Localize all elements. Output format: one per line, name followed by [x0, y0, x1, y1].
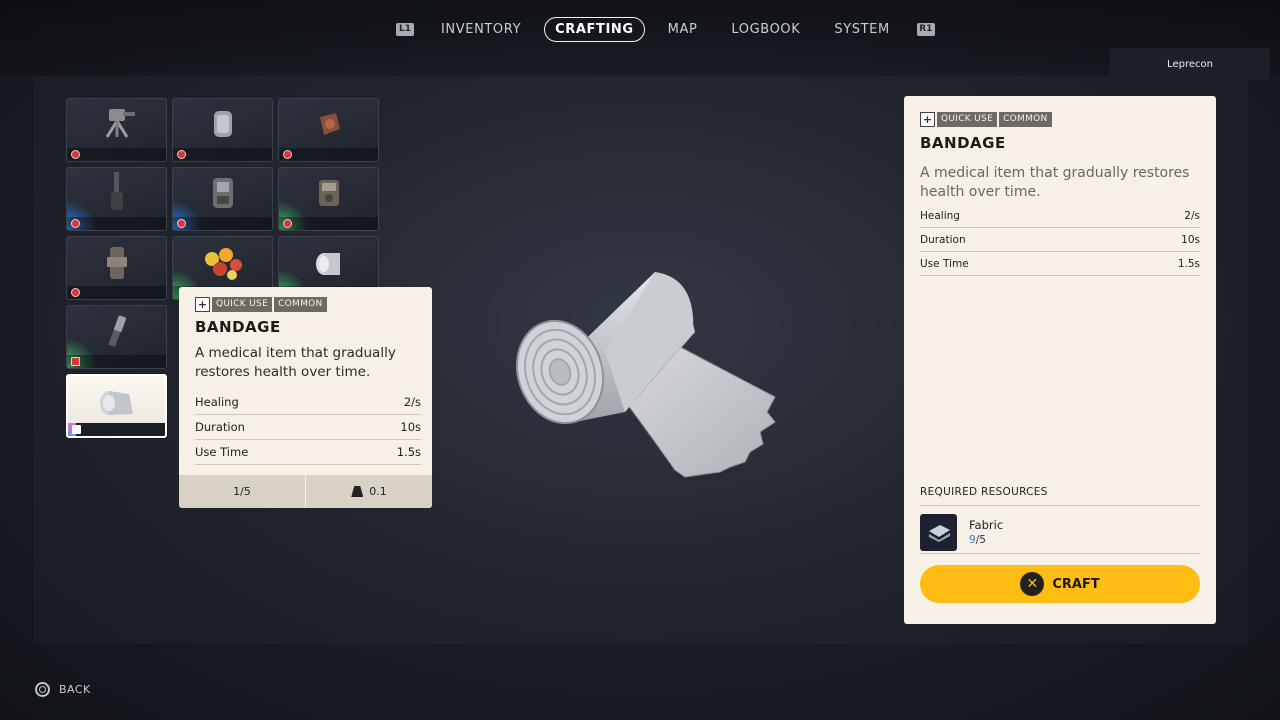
restock-badge — [283, 219, 292, 228]
weight-value: 0.1 — [369, 485, 387, 498]
quick-use-badge — [72, 425, 81, 434]
stat-value: 2/s — [1184, 209, 1200, 222]
item-tags: + QUICK USE COMMON — [195, 297, 327, 312]
mine-icon — [319, 113, 340, 135]
craft-label: CRAFT — [1052, 576, 1100, 592]
craft-slot-gadget[interactable] — [278, 167, 379, 231]
tag-rarity: COMMON — [999, 112, 1052, 127]
bandage-preview-image — [515, 272, 776, 478]
tab-logbook[interactable]: LOGBOOK — [720, 17, 811, 42]
weight-icon — [351, 486, 364, 497]
tab-crafting[interactable]: CRAFTING — [544, 16, 645, 42]
l1-button-hint: L1 — [396, 22, 414, 36]
stat-value: 2/s — [403, 395, 421, 409]
canister-icon — [213, 111, 232, 137]
tag-rarity: COMMON — [274, 297, 327, 312]
player-name: Leprecon — [1167, 58, 1213, 70]
tag-quick-use: QUICK USE — [212, 297, 273, 312]
craft-slot-injector[interactable] — [66, 305, 167, 369]
cross-button-icon: ✕ — [1020, 572, 1045, 596]
stat-row: Use Time 1.5s — [920, 252, 1200, 276]
craft-slot-grenade[interactable] — [66, 167, 167, 231]
craft-slot-bandage[interactable] — [66, 374, 167, 438]
back-label: BACK — [59, 683, 91, 696]
tab-system[interactable]: SYSTEM — [823, 17, 900, 42]
restock-badge — [283, 150, 292, 159]
fabric-icon — [920, 513, 957, 551]
craft-slot-device[interactable] — [66, 236, 167, 300]
back-button[interactable]: BACK — [35, 682, 91, 697]
tooltip-title: BANDAGE — [195, 318, 281, 336]
grenade-icon — [110, 172, 123, 210]
stat-row: Duration 10s — [195, 415, 421, 440]
restock-badge — [71, 150, 80, 159]
stat-value: 10s — [400, 420, 421, 434]
quick-use-icon: + — [920, 112, 935, 127]
tooltip-stats: Healing 2/s Duration 10s Use Time 1.5s — [195, 390, 421, 465]
stat-value: 1.5s — [1177, 257, 1200, 270]
resource-have: 9 — [969, 534, 976, 546]
tab-map[interactable]: MAP — [657, 17, 709, 42]
resource-name: Fabric — [969, 518, 1004, 532]
player-name-tag: Leprecon — [1110, 48, 1270, 80]
stat-row: Healing 2/s — [920, 204, 1200, 228]
item-tooltip: + QUICK USE COMMON BANDAGE A medical ite… — [179, 287, 432, 508]
craft-slot-mine[interactable] — [278, 98, 379, 162]
stat-label: Duration — [195, 420, 245, 434]
tooltip-footer: 1/5 0.1 — [179, 475, 432, 508]
divider — [920, 553, 1200, 554]
bandage-icon — [315, 253, 340, 275]
detail-title: BANDAGE — [920, 134, 1006, 152]
item-weight: 0.1 — [305, 475, 432, 508]
device-icon — [106, 247, 127, 279]
turret-icon — [105, 109, 135, 138]
stat-row: Duration 10s — [920, 228, 1200, 252]
craft-slot-canister[interactable] — [172, 98, 273, 162]
detail-stats: Healing 2/s Duration 10s Use Time 1.5s — [920, 204, 1200, 276]
injector-icon — [107, 315, 126, 347]
circle-button-icon — [35, 682, 50, 697]
recipe-detail-panel: + QUICK USE COMMON BANDAGE A medical ite… — [904, 96, 1216, 624]
resource-need: /5 — [975, 534, 986, 546]
bandage-icon — [99, 391, 133, 415]
stat-label: Healing — [920, 209, 960, 222]
launcher-icon — [212, 178, 233, 208]
stat-value: 1.5s — [396, 445, 421, 459]
craft-slot-turret[interactable] — [66, 98, 167, 162]
item-tags: + QUICK USE COMMON — [920, 112, 1052, 127]
gadget-icon — [318, 180, 339, 206]
craft-slot-launcher[interactable] — [172, 167, 273, 231]
fruit-icon — [204, 248, 242, 280]
stat-row: Healing 2/s — [195, 390, 421, 415]
stat-row: Use Time 1.5s — [195, 440, 421, 465]
stat-label: Duration — [920, 233, 966, 246]
stat-label: Healing — [195, 395, 239, 409]
stack-size: 1/5 — [179, 475, 305, 508]
divider — [920, 505, 1200, 506]
main-nav: L1 INVENTORY CRAFTING MAP LOGBOOK SYSTEM… — [396, 14, 935, 44]
stat-value: 10s — [1181, 233, 1200, 246]
resource-count: 9/5 — [969, 534, 1003, 546]
resource-row[interactable]: Fabric 9/5 — [920, 511, 1200, 553]
restock-badge — [71, 288, 80, 297]
stat-label: Use Time — [195, 445, 249, 459]
resource-info: Fabric 9/5 — [969, 518, 1003, 546]
tooltip-description: A medical item that gradually restores h… — [195, 345, 396, 380]
restock-badge — [71, 357, 80, 366]
restock-badge — [177, 219, 186, 228]
detail-description: A medical item that gradually restores h… — [920, 165, 1190, 200]
tag-quick-use: QUICK USE — [937, 112, 998, 127]
stat-label: Use Time — [920, 257, 969, 270]
tab-inventory[interactable]: INVENTORY — [430, 17, 532, 42]
r1-button-hint: R1 — [916, 22, 935, 36]
required-resources-heading: REQUIRED RESOURCES — [920, 486, 1048, 498]
restock-badge — [71, 219, 80, 228]
stack-value: 1/5 — [233, 485, 251, 498]
restock-badge — [177, 150, 186, 159]
quick-use-icon: + — [195, 297, 210, 312]
craft-button[interactable]: ✕ CRAFT — [920, 565, 1200, 603]
